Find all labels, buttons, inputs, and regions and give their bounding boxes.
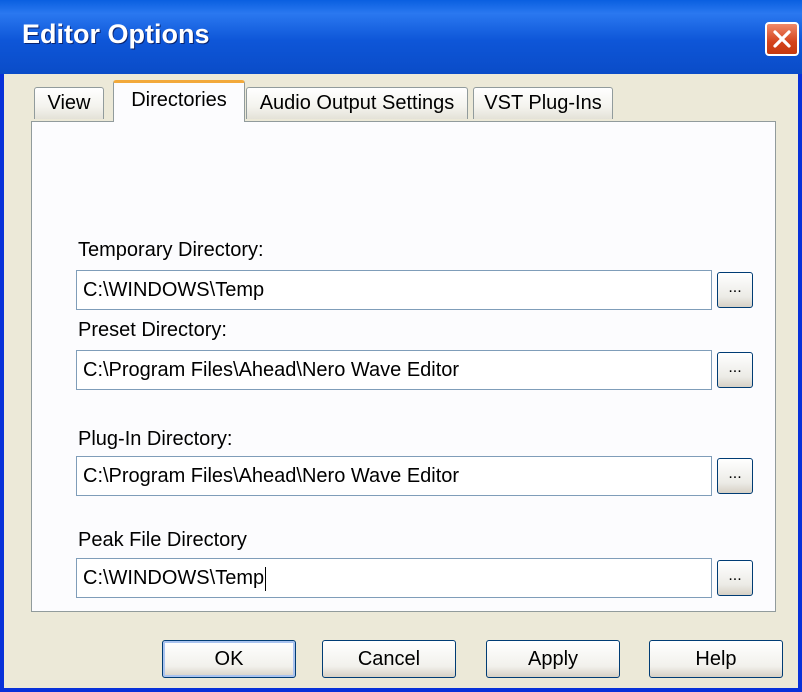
tab-directories[interactable]: Directories: [113, 80, 245, 122]
peak-file-directory-input[interactable]: C:\WINDOWS\Temp: [76, 558, 712, 598]
close-icon: [773, 30, 791, 48]
peak-file-directory-label: Peak File Directory: [78, 529, 247, 551]
preset-directory-label: Preset Directory:: [78, 319, 227, 341]
preset-directory-browse-button[interactable]: ...: [717, 352, 753, 388]
close-button[interactable]: [765, 22, 799, 56]
dialog-client-area: View Directories Audio Output Settings V…: [4, 74, 798, 688]
tab-vst-plug-ins[interactable]: VST Plug-Ins: [473, 87, 613, 119]
editor-options-dialog: Editor Options View Directories Audio Ou…: [0, 0, 802, 692]
tab-audio-output-settings[interactable]: Audio Output Settings: [246, 87, 468, 119]
tab-view[interactable]: View: [34, 87, 104, 119]
tab-view-label: View: [47, 92, 91, 114]
help-button[interactable]: Help: [649, 640, 783, 678]
temporary-directory-value: C:\WINDOWS\Temp: [83, 279, 265, 301]
title-bar[interactable]: Editor Options: [0, 0, 802, 74]
temporary-directory-input[interactable]: C:\WINDOWS\Temp: [76, 270, 712, 310]
temporary-directory-browse-button[interactable]: ...: [717, 272, 753, 308]
peak-file-directory-browse-button[interactable]: ...: [717, 560, 753, 596]
peak-file-directory-value: C:\WINDOWS\Temp: [83, 567, 265, 589]
directories-tab-panel: Temporary Directory: C:\WINDOWS\Temp ...…: [31, 121, 776, 612]
plug-in-directory-input[interactable]: C:\Program Files\Ahead\Nero Wave Editor: [76, 456, 712, 496]
window-title: Editor Options: [22, 19, 210, 49]
temporary-directory-label: Temporary Directory:: [78, 239, 264, 261]
plug-in-directory-value: C:\Program Files\Ahead\Nero Wave Editor: [83, 465, 460, 487]
ok-button[interactable]: OK: [162, 640, 296, 678]
plug-in-directory-browse-button[interactable]: ...: [717, 458, 753, 494]
apply-button[interactable]: Apply: [486, 640, 620, 678]
preset-directory-input[interactable]: C:\Program Files\Ahead\Nero Wave Editor: [76, 350, 712, 390]
text-caret: [265, 566, 267, 591]
tab-directories-label: Directories: [131, 89, 227, 111]
cancel-button[interactable]: Cancel: [322, 640, 456, 678]
tab-audio-output-settings-label: Audio Output Settings: [259, 92, 455, 114]
plug-in-directory-label: Plug-In Directory:: [78, 428, 233, 450]
tab-vst-plug-ins-label: VST Plug-Ins: [484, 92, 602, 114]
preset-directory-value: C:\Program Files\Ahead\Nero Wave Editor: [83, 359, 460, 381]
